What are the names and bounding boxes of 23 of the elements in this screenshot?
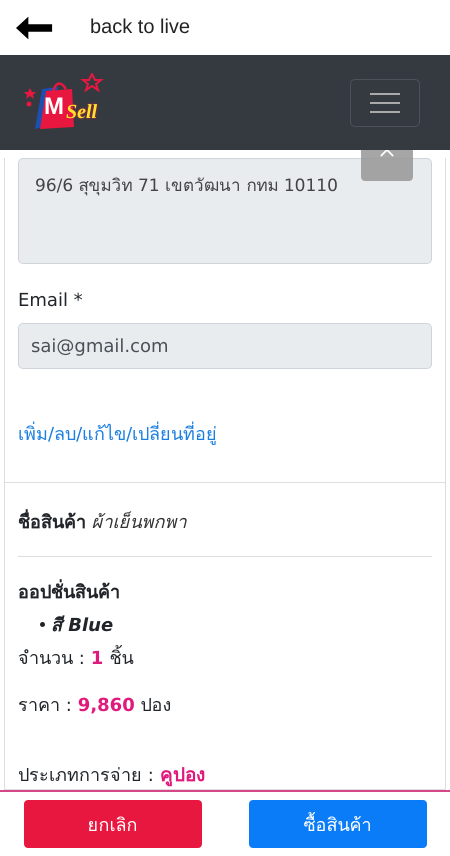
menu-button[interactable]: [350, 78, 420, 126]
product-name: ผ้าเย็นพกพา: [92, 512, 187, 533]
bullet-icon: [40, 622, 45, 627]
option-item: สี Blue: [51, 614, 114, 638]
email-field[interactable]: sai@gmail.com: [18, 323, 432, 369]
address-textarea[interactable]: 96/6 สุขุมวิท 71 เขตวัฒนา กทม 10110: [18, 158, 432, 264]
email-label: Email *: [18, 290, 84, 311]
detail-value: 9,860: [78, 695, 135, 716]
detail-value: คูปอง: [160, 763, 205, 788]
cancel-button[interactable]: ยกเลิก: [24, 800, 202, 848]
chevron-up-icon: [380, 150, 394, 156]
menu-icon: [370, 92, 400, 114]
back-to-live-link[interactable]: back to live: [90, 16, 190, 39]
detail-value: 1: [90, 648, 104, 669]
detail-label: ประเภทการจ่าย :: [18, 764, 154, 788]
options-title: ออปชั่นสินค้า: [18, 577, 432, 606]
back-arrow-icon[interactable]: [16, 16, 54, 40]
edit-address-link[interactable]: เพิ่ม/ลบ/แก้ไข/เปลี่ยนที่อยู่: [18, 419, 218, 448]
detail-label: ราคา :: [18, 694, 72, 718]
buy-button[interactable]: ซื้อสินค้า: [248, 800, 426, 848]
detail-unit: ปอง: [140, 694, 172, 718]
detail-unit: ชิ้น: [109, 643, 134, 672]
detail-label: จำนวน :: [18, 647, 85, 671]
